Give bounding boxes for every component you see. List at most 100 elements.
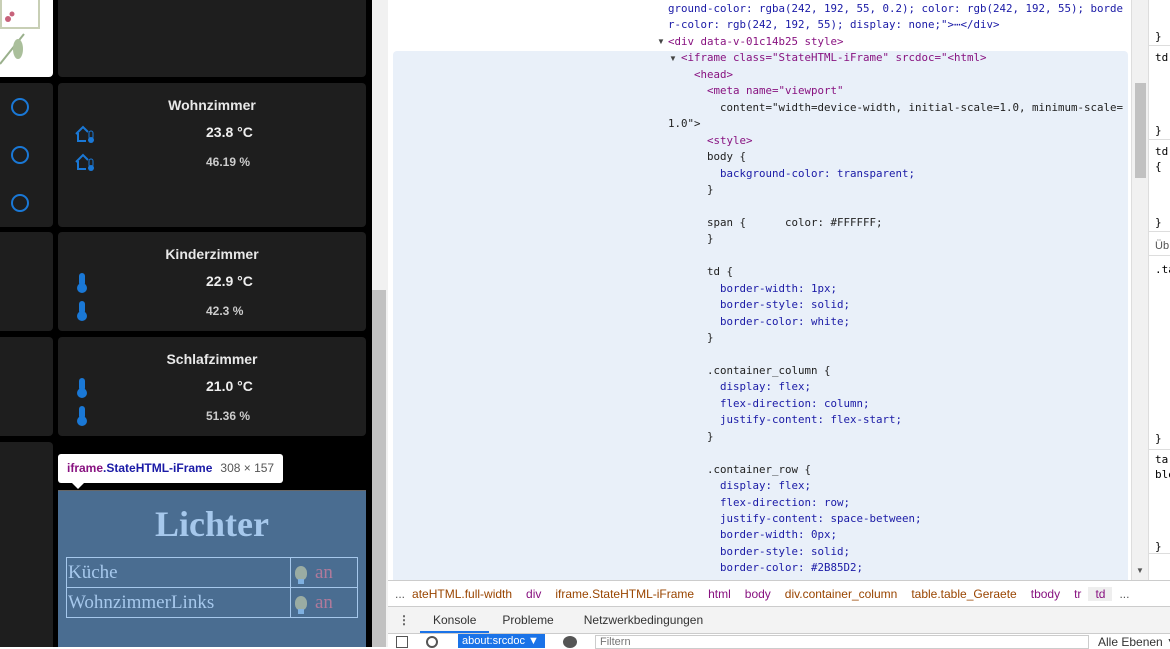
circle-toggle-icon[interactable]	[11, 194, 29, 212]
code-line[interactable]: content="width=device-width, initial-sca…	[668, 101, 1123, 117]
console-toolbar: about:srcdoc ▼ Alle Ebenen ▼	[388, 633, 1170, 649]
code-line[interactable]: border-style: solid;	[668, 298, 850, 314]
code-line[interactable]: <iframe class="StateHTML-iFrame" srcdoc=…	[668, 51, 987, 67]
context-selector[interactable]: about:srcdoc ▼	[458, 634, 545, 648]
code-line[interactable]: border-style: solid;	[668, 545, 850, 561]
room-title: Wohnzimmer	[168, 97, 256, 113]
code-line[interactable]: border-color: white;	[668, 315, 850, 331]
style-rule-fragment[interactable]: }	[1155, 30, 1162, 43]
style-rule-fragment[interactable]: ta	[1155, 453, 1168, 466]
code-line[interactable]: r-color: rgb(242, 192, 55); display: non…	[668, 18, 1000, 34]
lightbulb-icon	[295, 596, 307, 615]
breadcrumb: ... ateHTML.full-width div iframe.StateHTML…	[388, 580, 1170, 607]
code-line[interactable]: ground-color: rgba(242, 192, 55, 0.2); c…	[668, 2, 1123, 18]
empty-card	[58, 0, 366, 77]
code-line[interactable]: display: flex;	[668, 479, 811, 495]
room-title: Schlafzimmer	[166, 351, 258, 367]
code-line[interactable]: justify-content: flex-start;	[668, 413, 902, 429]
image-card[interactable]	[0, 0, 53, 77]
code-line[interactable]: <style>	[668, 134, 753, 150]
humidity-value: 42.3 %	[206, 304, 244, 318]
light-state: an	[315, 591, 333, 613]
breadcrumb-item[interactable]: ateHTML.full-width	[412, 587, 519, 601]
code-line[interactable]: flex-direction: row;	[668, 496, 850, 512]
style-rule-fragment[interactable]: {	[1155, 160, 1162, 173]
code-line[interactable]: td {	[668, 265, 733, 281]
elements-tree[interactable]: ▼ ▼ ground-color: rgba(242, 192, 55, 0.2…	[388, 0, 1131, 580]
eye-icon[interactable]	[563, 636, 577, 648]
circle-toggle-icon[interactable]	[11, 98, 29, 116]
style-rule-fragment[interactable]: td	[1155, 51, 1168, 64]
home-thermometer-icon	[75, 153, 94, 171]
breadcrumb-item[interactable]: div	[519, 587, 548, 601]
circle-toggle-icon[interactable]	[11, 146, 29, 164]
lightbulb-icon	[295, 566, 307, 585]
code-line[interactable]: }	[668, 331, 714, 347]
divider	[1149, 255, 1170, 256]
scroll-down-icon[interactable]: ▼	[1136, 566, 1144, 575]
breadcrumb-item[interactable]: ...	[1112, 587, 1136, 601]
room-card-kinderzimmer[interactable]: Kinderzimmer 22.9 °C 42.3 %	[58, 232, 366, 331]
light-state-cell[interactable]: an	[290, 557, 358, 588]
elements-scrollbar[interactable]: ▼	[1131, 0, 1148, 580]
sidebar-toggle-icon[interactable]	[396, 636, 408, 648]
style-rule-fragment[interactable]: }	[1155, 216, 1162, 229]
style-rule-fragment[interactable]: .ta	[1155, 263, 1170, 276]
lights-iframe[interactable]: Lichter Küche an WohnzimmerLinks an	[58, 490, 366, 647]
expand-triangle-icon[interactable]: ▼	[657, 37, 665, 46]
home-thermometer-icon	[75, 125, 94, 143]
code-line[interactable]: body {	[668, 150, 746, 166]
room-card-schlafzimmer[interactable]: Schlafzimmer 21.0 °C 51.36 %	[58, 337, 366, 436]
style-rule-fragment[interactable]: }	[1155, 124, 1162, 137]
scrollbar-thumb[interactable]	[372, 290, 386, 647]
drawer-tabs: ⋮ Konsole Probleme Netzwerkbedingungen	[388, 607, 1170, 633]
switch-card	[0, 83, 53, 227]
table-row[interactable]: WohnzimmerLinks an	[66, 587, 358, 618]
breadcrumb-item[interactable]: tr	[1067, 587, 1088, 601]
code-line[interactable]: <div data-v-01c14b25 style>	[668, 35, 844, 51]
light-state: an	[315, 561, 333, 583]
breadcrumb-item[interactable]: tbody	[1024, 587, 1067, 601]
breadcrumb-item[interactable]: body	[738, 587, 778, 601]
clear-console-icon[interactable]	[426, 636, 438, 648]
code-line[interactable]: }	[668, 232, 714, 248]
code-line[interactable]: border-color: #2B85D2;	[668, 561, 863, 577]
style-rule-fragment[interactable]: td	[1155, 145, 1168, 158]
style-rule-fragment[interactable]: ble	[1155, 468, 1170, 481]
breadcrumb-item[interactable]: td	[1088, 586, 1113, 601]
more-menu-icon[interactable]: ⋮	[388, 613, 420, 627]
code-line[interactable]: .container_row {	[668, 463, 811, 479]
code-line[interactable]: flex-direction: column;	[668, 397, 870, 413]
breadcrumb-item[interactable]: html	[701, 587, 738, 601]
tab-netzwerkbedingungen[interactable]: Netzwerkbedingungen	[571, 607, 716, 633]
breadcrumb-item[interactable]: div.container_column	[778, 587, 905, 601]
breadcrumb-item[interactable]: table.table_Geraete	[904, 587, 1023, 601]
table-row[interactable]: Küche an	[66, 557, 358, 588]
code-line[interactable]: justify-content: space-between;	[668, 512, 922, 528]
style-rule-fragment[interactable]: Üb	[1155, 240, 1169, 252]
style-rule-fragment[interactable]: }	[1155, 540, 1162, 553]
tooltip-class: .StateHTML-iFrame	[103, 461, 213, 475]
code-line[interactable]: }	[668, 430, 714, 446]
code-line[interactable]: display: flex;	[668, 380, 811, 396]
code-line[interactable]: border-width: 1px;	[668, 282, 837, 298]
style-rule-fragment[interactable]: }	[1155, 432, 1162, 445]
code-line[interactable]: <head>	[668, 68, 733, 84]
page-scrollbar[interactable]	[372, 0, 388, 647]
code-line[interactable]: background-color: transparent;	[668, 167, 915, 183]
light-state-cell[interactable]: an	[290, 587, 358, 618]
code-line[interactable]: span { color: #FFFFFF;	[668, 216, 883, 232]
code-line[interactable]: 1.0">	[668, 117, 701, 133]
breadcrumb-item[interactable]: ...	[388, 587, 412, 601]
code-line[interactable]: <meta name="viewport"	[668, 84, 844, 100]
scrollbar-thumb[interactable]	[1135, 83, 1146, 178]
divider	[1149, 45, 1170, 46]
code-line[interactable]: .container_column {	[668, 364, 831, 380]
breadcrumb-item[interactable]: iframe.StateHTML-iFrame	[548, 587, 701, 601]
room-card-wohnzimmer[interactable]: Wohnzimmer 23.8 °C 46.19 %	[58, 83, 366, 227]
room-title: Kinderzimmer	[165, 246, 259, 262]
tab-probleme[interactable]: Probleme	[489, 607, 566, 633]
tab-konsole[interactable]: Konsole	[420, 607, 490, 633]
code-line[interactable]: }	[668, 183, 714, 199]
code-line[interactable]: border-width: 0px;	[668, 528, 837, 544]
